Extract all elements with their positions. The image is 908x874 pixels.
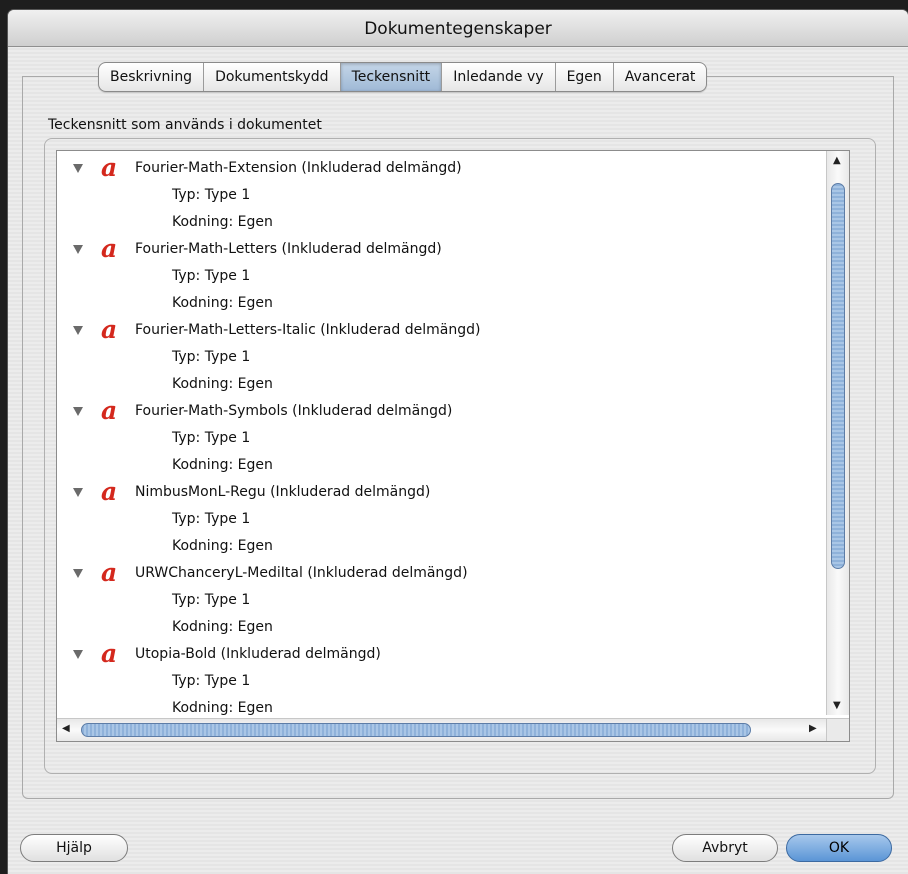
font-type-row: Typ: Type 1	[57, 588, 827, 615]
font-encoding: Kodning: Egen	[172, 295, 273, 311]
font-encoding-row: Kodning: Egen	[57, 291, 827, 318]
disclosure-triangle-icon[interactable]	[73, 407, 83, 416]
font-icon: a	[101, 234, 118, 263]
font-type-row: Typ: Type 1	[57, 669, 827, 696]
font-name: Fourier-Math-Symbols (Inkluderad delmäng…	[135, 403, 453, 419]
font-encoding: Kodning: Egen	[172, 619, 273, 635]
tab-bar: Beskrivning Dokumentskydd Teckensnitt In…	[98, 62, 708, 92]
font-encoding: Kodning: Egen	[172, 214, 273, 230]
scroll-left-arrow-icon[interactable]: ◀	[62, 723, 70, 734]
font-type: Typ: Type 1	[172, 673, 251, 689]
help-button[interactable]: Hjälp	[20, 834, 128, 862]
font-type-row: Typ: Type 1	[57, 264, 827, 291]
font-name: Fourier-Math-Letters-Italic (Inkluderad …	[135, 322, 481, 338]
disclosure-triangle-icon[interactable]	[73, 488, 83, 497]
tab-inledande-vy[interactable]: Inledande vy	[442, 63, 556, 91]
font-encoding-row: Kodning: Egen	[57, 372, 827, 399]
font-type: Typ: Type 1	[172, 349, 251, 365]
font-type: Typ: Type 1	[172, 268, 251, 284]
font-encoding: Kodning: Egen	[172, 376, 273, 392]
disclosure-triangle-icon[interactable]	[73, 326, 83, 335]
font-type-row: Typ: Type 1	[57, 507, 827, 534]
font-type-row: Typ: Type 1	[57, 426, 827, 453]
disclosure-triangle-icon[interactable]	[73, 650, 83, 659]
font-encoding-row: Kodning: Egen	[57, 210, 827, 237]
disclosure-triangle-icon[interactable]	[73, 164, 83, 173]
font-encoding: Kodning: Egen	[172, 457, 273, 473]
font-tree-item[interactable]: a Fourier-Math-Extension (Inkluderad delm…	[57, 156, 827, 183]
fonts-tree: a Fourier-Math-Extension (Inkluderad delm…	[57, 156, 827, 720]
font-encoding-row: Kodning: Egen	[57, 534, 827, 561]
tab-teckensnitt[interactable]: Teckensnitt	[340, 63, 443, 91]
font-encoding-row: Kodning: Egen	[57, 615, 827, 642]
font-icon: a	[101, 477, 118, 506]
font-name: NimbusMonL-Regu (Inkluderad delmängd)	[135, 484, 431, 500]
disclosure-triangle-icon[interactable]	[73, 569, 83, 578]
font-encoding-row: Kodning: Egen	[57, 696, 827, 720]
tab-beskrivning[interactable]: Beskrivning	[99, 63, 205, 91]
font-tree-item[interactable]: a Fourier-Math-Letters-Italic (Inkluderad…	[57, 315, 827, 345]
font-tree-item[interactable]: a Fourier-Math-Symbols (Inkluderad delmän…	[57, 396, 827, 426]
font-type: Typ: Type 1	[172, 187, 251, 203]
font-type-row: Typ: Type 1	[57, 345, 827, 372]
fonts-list[interactable]: a Fourier-Math-Extension (Inkluderad delm…	[56, 150, 850, 742]
fonts-section-label: Teckensnitt som används i dokumentet	[48, 117, 322, 133]
font-tree-item[interactable]: a Utopia-Bold (Inkluderad delmängd)	[57, 639, 827, 669]
tab-avancerat[interactable]: Avancerat	[614, 63, 707, 91]
horizontal-scroll-thumb[interactable]	[81, 723, 751, 737]
font-encoding: Kodning: Egen	[172, 700, 273, 716]
scroll-down-arrow-icon[interactable]: ▼	[833, 700, 841, 711]
font-tree-item[interactable]: a NimbusMonL-Regu (Inkluderad delmängd)	[57, 477, 827, 507]
font-type: Typ: Type 1	[172, 592, 251, 608]
font-name: URWChanceryL-MediItal (Inkluderad delmän…	[135, 565, 468, 581]
font-type-row: Typ: Type 1	[57, 183, 827, 210]
document-properties-dialog: Dokumentegenskaper Beskrivning Dokuments…	[8, 10, 908, 874]
disclosure-triangle-icon[interactable]	[73, 245, 83, 254]
cancel-button[interactable]: Avbryt	[672, 834, 778, 862]
font-icon: a	[101, 639, 118, 668]
font-icon: a	[101, 558, 118, 587]
font-icon: a	[101, 156, 118, 182]
font-name: Fourier-Math-Extension (Inkluderad delmä…	[135, 160, 462, 176]
window-title: Dokumentegenskaper	[8, 10, 908, 47]
scroll-up-arrow-icon[interactable]: ▲	[833, 155, 841, 166]
font-name: Utopia-Bold (Inkluderad delmängd)	[135, 646, 381, 662]
font-type: Typ: Type 1	[172, 430, 251, 446]
font-type: Typ: Type 1	[172, 511, 251, 527]
font-icon: a	[101, 315, 118, 344]
font-name: Fourier-Math-Letters (Inkluderad delmäng…	[135, 241, 442, 257]
font-tree-item[interactable]: a Fourier-Math-Letters (Inkluderad delmän…	[57, 234, 827, 264]
font-tree-item[interactable]: a URWChanceryL-MediItal (Inkluderad delmä…	[57, 558, 827, 588]
font-encoding-row: Kodning: Egen	[57, 453, 827, 480]
vertical-scrollbar[interactable]: ▲ ▼	[826, 151, 849, 715]
font-icon: a	[101, 396, 118, 425]
ok-button[interactable]: OK	[786, 834, 892, 862]
tab-dokumentskydd[interactable]: Dokumentskydd	[204, 63, 341, 91]
scrollbar-corner	[826, 718, 849, 741]
font-encoding: Kodning: Egen	[172, 538, 273, 554]
tab-egen[interactable]: Egen	[556, 63, 614, 91]
scroll-right-arrow-icon[interactable]: ▶	[809, 723, 817, 734]
vertical-scroll-thumb[interactable]	[831, 183, 845, 569]
horizontal-scrollbar[interactable]: ◀ ▶	[57, 718, 827, 741]
